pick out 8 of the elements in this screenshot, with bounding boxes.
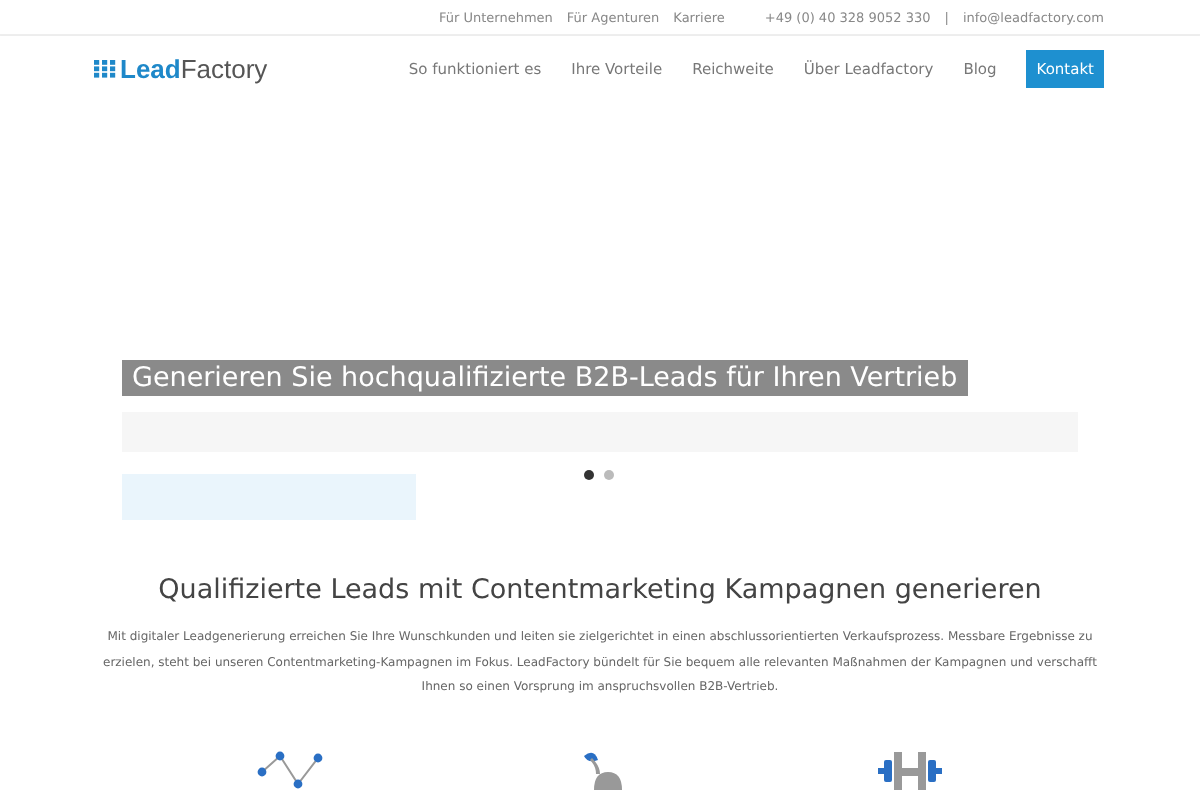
slider-dot[interactable] xyxy=(604,470,614,480)
dumbbell-icon xyxy=(876,749,945,789)
logo-icon xyxy=(94,59,116,77)
line-chart-icon xyxy=(255,749,328,789)
slider-dot[interactable] xyxy=(584,470,594,480)
hero-headline: Generieren Sie hochqualifizierte B2B-Leads für Ihren Vertrieb xyxy=(122,360,968,396)
section-title: Qualifizierte Leads mit Contentmarketing Kampagnen generieren xyxy=(156,574,1044,606)
logo-text[interactable]: LeadFactory xyxy=(120,53,268,83)
